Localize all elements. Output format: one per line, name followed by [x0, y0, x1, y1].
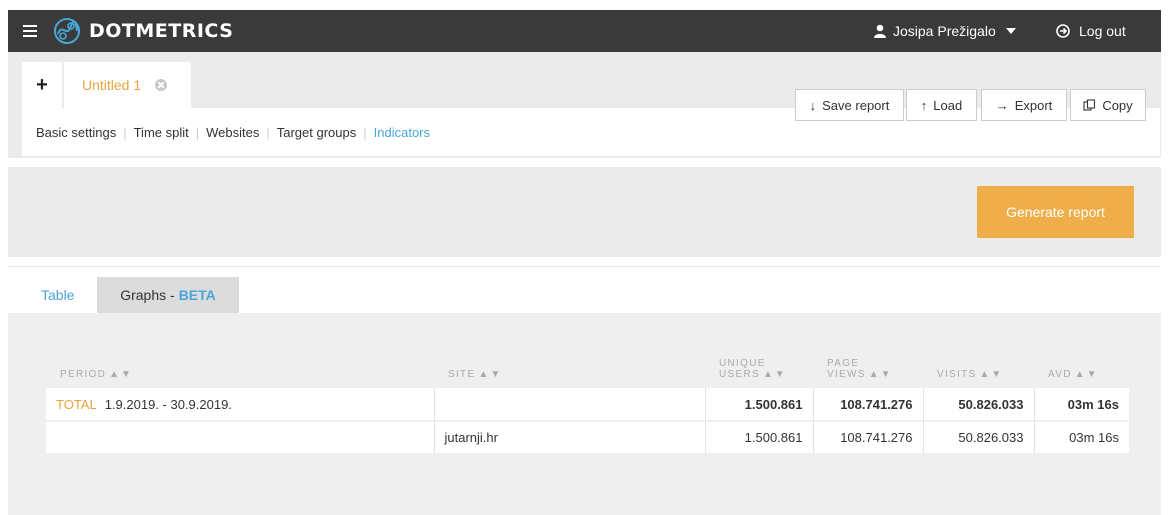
column-header-visits[interactable]: VISITS ▲▼ [923, 346, 1034, 388]
column-header-page-views[interactable]: PAGE VIEWS ▲▼ [813, 346, 923, 388]
sort-arrows-icon: ▲▼ [762, 369, 787, 380]
sort-arrows-icon: ▲▼ [478, 369, 503, 380]
table-row-total: TOTAL 1.9.2019. - 30.9.2019. 1.500.861 10… [46, 388, 1129, 422]
dotmetrics-logo-icon [54, 18, 80, 44]
table-header-row: PERIOD ▲▼ SITE ▲▼ UNIQUE USERS ▲▼ PAGE VIEW… [46, 346, 1129, 388]
hamburger-menu-icon[interactable] [23, 25, 37, 37]
total-period: 1.9.2019. - 30.9.2019. [104, 396, 232, 412]
visits-cell: 50.826.033 [923, 421, 1035, 455]
top-navbar: DOTMETRICS Josipa Prežigalo Log out [8, 10, 1161, 52]
logout-label: Log out [1079, 23, 1126, 39]
results-table: PERIOD ▲▼ SITE ▲▼ UNIQUE USERS ▲▼ PAGE VIEW… [46, 346, 1129, 455]
results-panel: Table Graphs - BETA PERIOD ▲▼ SITE ▲▼ UNIQ… [8, 266, 1161, 515]
total-avd: 03m 16s [1034, 388, 1129, 422]
copy-icon [1083, 98, 1096, 111]
total-site-cell [434, 388, 706, 422]
arrow-down-icon: ↓ [809, 97, 817, 113]
column-header-avd[interactable]: AVD ▲▼ [1034, 346, 1129, 388]
generate-report-button[interactable]: Generate report [977, 186, 1134, 238]
logout-arrow-icon [1056, 24, 1070, 38]
sort-arrows-icon: ▲▼ [1074, 369, 1099, 380]
subnav-divider: | [266, 124, 270, 140]
total-period-cell: TOTAL 1.9.2019. - 30.9.2019. [46, 388, 435, 422]
export-button[interactable]: → Export [981, 89, 1067, 121]
table-area: PERIOD ▲▼ SITE ▲▼ UNIQUE USERS ▲▼ PAGE VIEW… [8, 313, 1161, 515]
site-cell: jutarnji.hr [434, 421, 706, 455]
close-tab-icon[interactable] [155, 79, 168, 91]
subnav-websites[interactable]: Websites [206, 125, 259, 140]
subnav-target-groups[interactable]: Target groups [277, 125, 357, 140]
total-unique-users: 1.500.861 [705, 388, 814, 422]
export-label: Export [1014, 97, 1053, 113]
column-header-site[interactable]: SITE ▲▼ [434, 346, 705, 388]
subnav-basic-settings[interactable]: Basic settings [36, 125, 116, 140]
save-report-label: Save report [822, 97, 890, 113]
save-report-button[interactable]: ↓ Save report [795, 89, 904, 121]
column-header-unique-users[interactable]: UNIQUE USERS ▲▼ [705, 346, 813, 388]
arrow-up-icon: ↑ [920, 97, 928, 113]
load-label: Load [933, 97, 963, 113]
subnav-indicators[interactable]: Indicators [374, 125, 430, 140]
chevron-down-icon [1005, 28, 1016, 34]
copy-button[interactable]: Copy [1070, 89, 1146, 121]
report-editor-panel: + Untitled 1 Basic settings | Time split… [8, 52, 1161, 158]
total-label: TOTAL [56, 396, 97, 412]
copy-label: Copy [1102, 97, 1133, 113]
brand-name: DOTMETRICS [89, 20, 234, 42]
sort-arrows-icon: ▲▼ [109, 369, 133, 380]
sort-arrows-icon: ▲▼ [979, 369, 1004, 380]
unique-users-cell: 1.500.861 [705, 421, 814, 455]
avd-cell: 03m 16s [1034, 421, 1129, 455]
generate-panel: Generate report [8, 167, 1161, 257]
tab-graphs[interactable]: Graphs - BETA [97, 277, 239, 313]
tab-graphs-label: Graphs - [120, 287, 175, 303]
total-visits: 50.826.033 [923, 388, 1035, 422]
total-page-views: 108.741.276 [813, 388, 924, 422]
user-icon [874, 24, 886, 38]
sort-arrows-icon: ▲▼ [868, 369, 893, 380]
user-menu[interactable]: Josipa Prežigalo [874, 10, 1016, 52]
beta-badge: BETA [178, 287, 216, 303]
report-tab-label: Untitled 1 [82, 77, 142, 93]
arrow-right-icon: → [995, 97, 1009, 113]
report-tab[interactable]: Untitled 1 [64, 62, 191, 108]
table-row: jutarnji.hr 1.500.861 108.741.276 50.826… [46, 421, 1129, 455]
subnav-divider: | [195, 124, 200, 140]
logout-button[interactable]: Log out [1056, 10, 1126, 52]
page-views-cell: 108.741.276 [813, 421, 924, 455]
add-tab-button[interactable]: + [22, 62, 62, 108]
user-name: Josipa Prežigalo [893, 23, 996, 39]
load-button[interactable]: ↑ Load [906, 89, 977, 121]
tab-table[interactable]: Table [23, 277, 97, 313]
subnav-divider: | [123, 124, 127, 140]
subnav-divider: | [363, 124, 367, 140]
subnav-time-split[interactable]: Time split [134, 125, 189, 140]
period-cell [46, 421, 435, 455]
column-header-period[interactable]: PERIOD ▲▼ [46, 346, 434, 388]
